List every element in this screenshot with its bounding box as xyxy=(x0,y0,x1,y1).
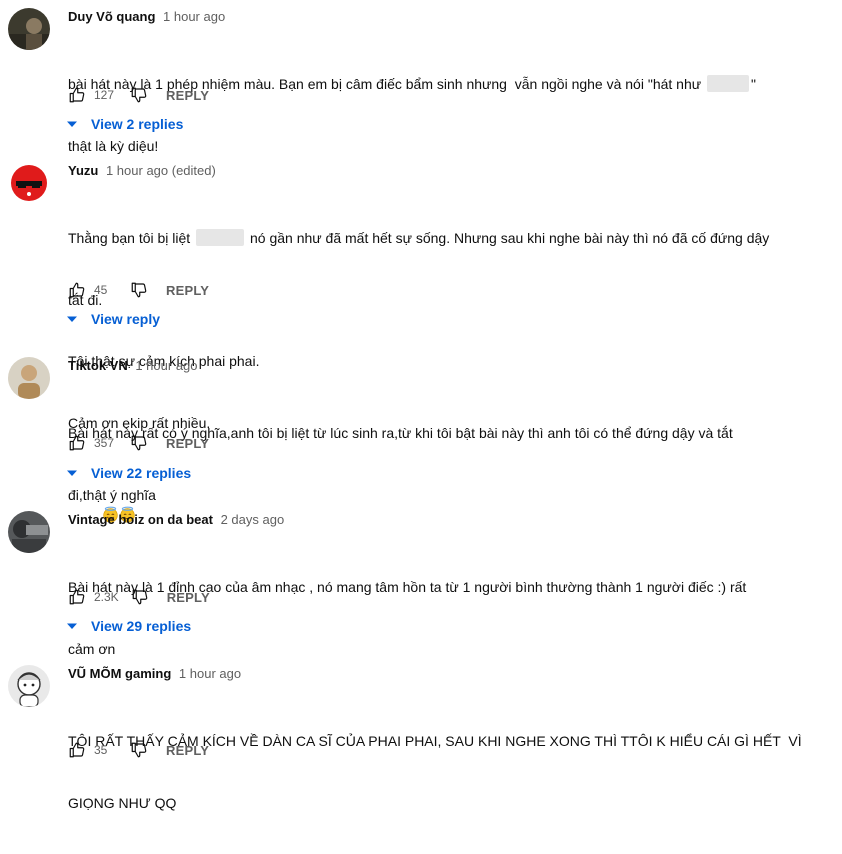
view-replies-button[interactable]: View 22 replies xyxy=(66,461,191,485)
like-count: 2.3K xyxy=(94,590,119,604)
thumbs-down-icon[interactable] xyxy=(130,281,148,299)
chevron-down-icon xyxy=(66,620,78,632)
like-count: 357 xyxy=(94,436,115,450)
like-count: 35 xyxy=(94,743,108,757)
comment-time[interactable]: 1 hour ago xyxy=(135,358,197,373)
comment-time[interactable]: 2 days ago xyxy=(221,512,285,527)
thumbs-down-icon[interactable] xyxy=(131,588,149,606)
avatar[interactable] xyxy=(8,511,50,553)
comment-actions: 35 REPLY xyxy=(68,739,209,761)
comment-actions: 2.3K REPLY xyxy=(68,586,210,608)
view-replies-button[interactable]: View 2 replies xyxy=(66,112,183,136)
avatar[interactable] xyxy=(8,8,50,50)
avatar[interactable] xyxy=(8,357,50,399)
comment-author[interactable]: Tiktok VN xyxy=(68,358,128,373)
comment-header: Vintage boiz on da beat 2 days ago xyxy=(68,511,832,529)
comment-header: Yuzu 1 hour ago (edited) xyxy=(68,162,832,180)
thumbs-up-icon[interactable] xyxy=(68,281,86,299)
comment-header: Tiktok VN 1 hour ago xyxy=(68,357,832,375)
reply-button[interactable]: REPLY xyxy=(166,283,209,298)
comment-actions: 357 REPLY xyxy=(68,432,209,454)
comment-author[interactable]: Duy Võ quang xyxy=(68,9,155,24)
comment-actions: 127 REPLY xyxy=(68,84,209,106)
comment-author[interactable]: Vintage boiz on da beat xyxy=(68,512,213,527)
comment-time[interactable]: 1 hour ago xyxy=(179,666,241,681)
avatar[interactable] xyxy=(8,162,50,204)
comment-text: TÔI RẤT THẤY CẢM KÍCH VỀ DÀN CA SĨ CỦA P… xyxy=(68,733,802,811)
reply-button[interactable]: REPLY xyxy=(166,436,209,451)
chevron-down-icon xyxy=(66,313,78,325)
comment-time[interactable]: 1 hour ago xyxy=(163,9,225,24)
thumbs-down-icon[interactable] xyxy=(130,434,148,452)
chevron-down-icon xyxy=(66,118,78,130)
thumbs-up-icon[interactable] xyxy=(68,86,86,104)
chevron-down-icon xyxy=(66,467,78,479)
view-replies-button[interactable]: View 29 replies xyxy=(66,614,191,638)
comment-header: Duy Võ quang 1 hour ago xyxy=(68,8,832,26)
comment-actions: 45 REPLY xyxy=(68,279,209,301)
thumbs-up-icon[interactable] xyxy=(68,434,86,452)
comment-author[interactable]: Yuzu xyxy=(68,163,98,178)
redacted-block xyxy=(196,229,245,246)
thumbs-down-icon[interactable] xyxy=(130,86,148,104)
like-count: 127 xyxy=(94,88,115,102)
redacted-block xyxy=(707,75,750,92)
reply-button[interactable]: REPLY xyxy=(166,743,209,758)
comment-time[interactable]: 1 hour ago (edited) xyxy=(106,163,216,178)
thumbs-up-icon[interactable] xyxy=(68,741,86,759)
avatar[interactable] xyxy=(8,665,50,707)
view-replies-button[interactable]: View reply xyxy=(66,307,160,331)
comment-author[interactable]: VŨ MÕM gaming xyxy=(68,666,171,681)
reply-button[interactable]: REPLY xyxy=(167,590,210,605)
like-count: 45 xyxy=(94,283,108,297)
thumbs-down-icon[interactable] xyxy=(130,741,148,759)
thumbs-up-icon[interactable] xyxy=(68,588,86,606)
reply-button[interactable]: REPLY xyxy=(166,88,209,103)
comment-header: VŨ MÕM gaming 1 hour ago xyxy=(68,665,832,683)
